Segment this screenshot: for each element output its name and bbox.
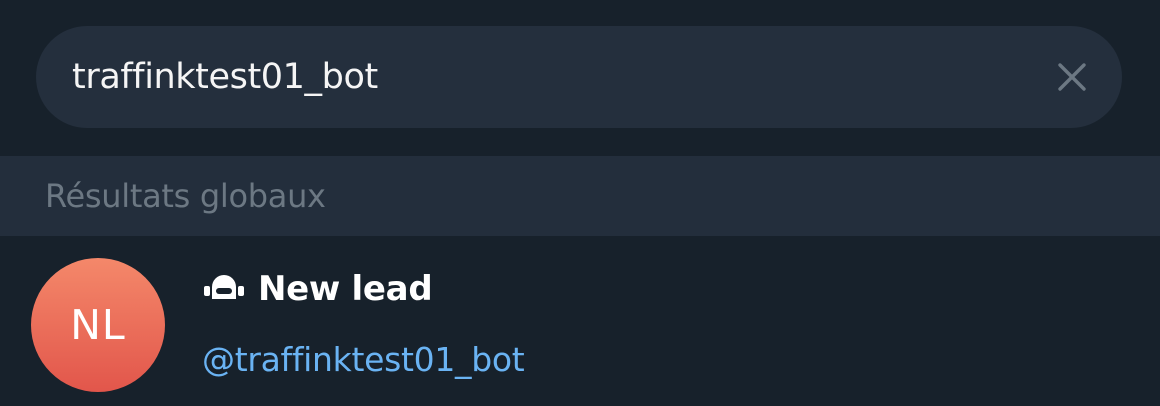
- close-icon: [1058, 63, 1086, 91]
- search-input[interactable]: [72, 52, 1042, 102]
- avatar-initials: NL: [70, 301, 126, 349]
- search-result-item[interactable]: NL New lead @traffinktest01_bot: [0, 236, 1160, 406]
- global-results-header: Résultats globaux: [0, 156, 1160, 236]
- section-title: Résultats globaux: [45, 177, 326, 215]
- avatar: NL: [31, 258, 165, 392]
- clear-search-button[interactable]: [1042, 47, 1102, 107]
- result-title: New lead: [202, 266, 433, 312]
- search-box[interactable]: [36, 26, 1122, 128]
- result-username: @traffinktest01_bot: [202, 340, 525, 379]
- search-header: [0, 0, 1160, 156]
- search-panel: Résultats globaux NL New lead @traffinkt…: [0, 0, 1160, 406]
- bot-icon: [202, 271, 252, 307]
- result-name: New lead: [258, 269, 433, 309]
